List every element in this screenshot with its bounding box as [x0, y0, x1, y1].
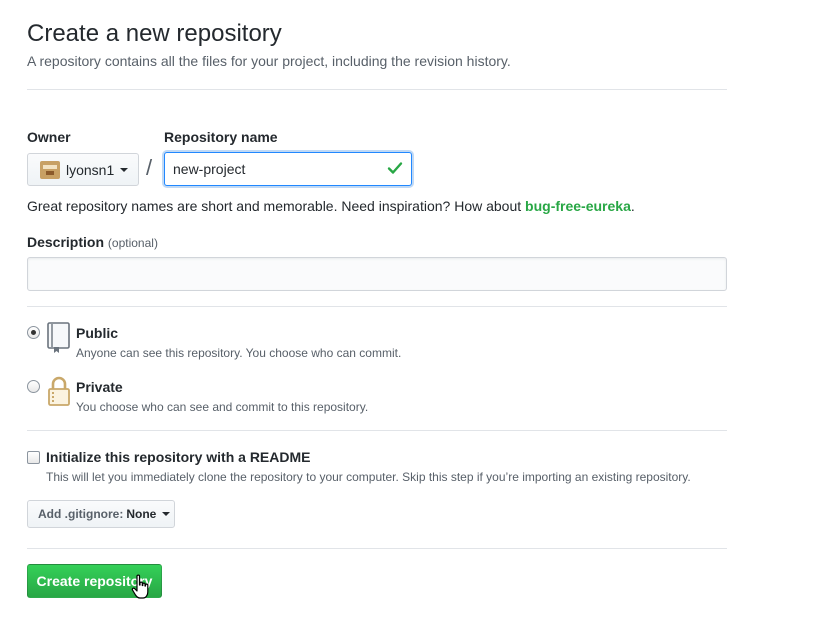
description-label-text: Description [27, 234, 105, 250]
divider [27, 548, 727, 549]
optional-tag: (optional) [107, 236, 158, 250]
lock-icon [48, 376, 70, 406]
private-note: You choose who can see and commit to thi… [76, 400, 369, 414]
name-suggestion-link[interactable]: bug-free-eureka [525, 198, 631, 214]
repo-book-icon [47, 322, 70, 353]
gitignore-prefix: Add .gitignore: [38, 507, 124, 521]
hint-end: . [630, 198, 635, 214]
gitignore-value: None [126, 507, 157, 521]
repo-name-input[interactable] [164, 152, 412, 186]
page-subtitle: A repository contains all the files for … [27, 53, 511, 69]
owner-dropdown[interactable]: lyonsn1 [27, 153, 139, 186]
gitignore-dropdown[interactable]: Add .gitignore: None [27, 500, 175, 528]
divider [27, 306, 727, 307]
create-repository-button[interactable]: Create repository [27, 564, 162, 598]
owner-name: lyonsn1 [66, 161, 115, 178]
description-input[interactable] [27, 257, 727, 291]
divider [27, 430, 727, 431]
page-title: Create a new repository [27, 20, 282, 47]
public-title: Public [76, 325, 119, 341]
owner-repo-separator: / [146, 155, 153, 180]
caret-down-icon [120, 167, 129, 172]
private-radio[interactable] [27, 380, 40, 393]
check-icon [387, 162, 403, 174]
owner-label: Owner [27, 129, 71, 145]
hint-text: Great repository names are short and mem… [27, 198, 526, 214]
repo-name-hint: Great repository names are short and mem… [27, 198, 635, 214]
description-label: Description (optional) [27, 234, 158, 250]
repo-name-label: Repository name [164, 129, 278, 145]
public-radio[interactable] [27, 326, 40, 339]
readme-note: This will let you immediately clone the … [46, 470, 691, 484]
caret-down-icon [162, 512, 171, 516]
user-avatar-icon [40, 160, 60, 179]
public-note: Anyone can see this repository. You choo… [76, 346, 402, 360]
private-title: Private [76, 379, 123, 395]
readme-title: Initialize this repository with a README [46, 449, 311, 465]
divider [27, 89, 727, 90]
readme-checkbox[interactable] [27, 451, 40, 464]
